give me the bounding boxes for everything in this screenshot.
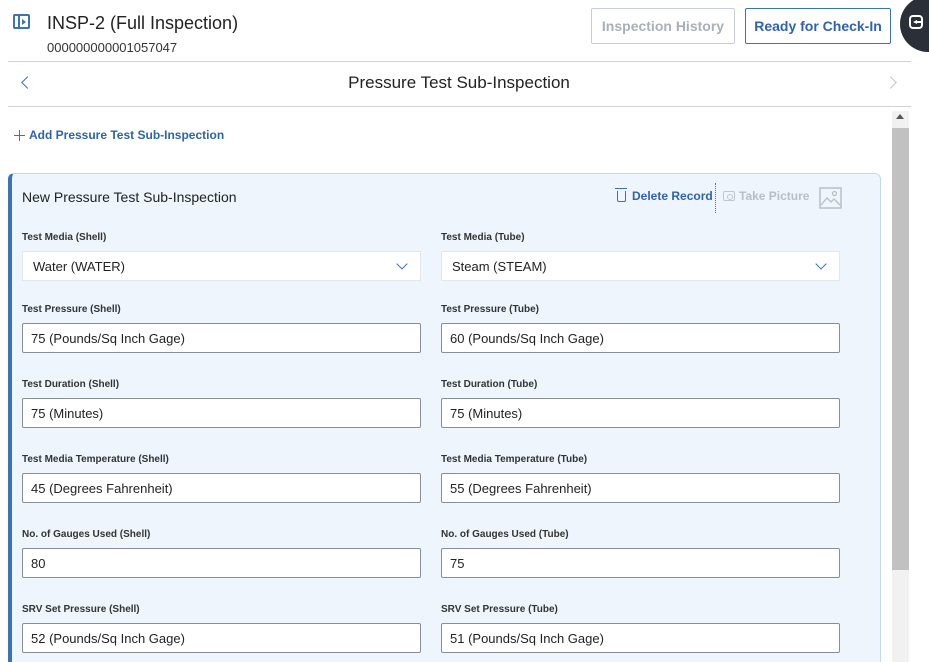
camera-icon	[723, 191, 735, 201]
inspection-page: INSP-2 (Full Inspection) 000000000001057…	[0, 0, 929, 662]
test-duration-shell-value: 75 (Minutes)	[31, 406, 104, 421]
delete-record-button[interactable]: Delete Record	[615, 187, 713, 203]
test-media-shell-label: Test Media (Shell)	[22, 232, 107, 243]
test-media-temperature-shell-input[interactable]: 45 (Degrees Fahrenheit)	[22, 473, 421, 503]
page-title: INSP-2 (Full Inspection)	[47, 13, 239, 33]
add-pressure-test-button[interactable]: Add Pressure Test Sub-Inspection	[14, 128, 224, 142]
test-pressure-tube-value: 60 (Pounds/Sq Inch Gage)	[450, 331, 604, 346]
test-media-shell-select[interactable]: Water (WATER)	[22, 251, 421, 281]
exit-icon[interactable]	[909, 15, 923, 29]
srv-set-pressure-tube-value: 51 (Pounds/Sq Inch Gage)	[450, 631, 604, 646]
scroll-up-arrow-icon[interactable]	[896, 114, 904, 119]
gauges-used-shell-value: 80	[31, 556, 46, 571]
nav-divider	[8, 106, 911, 107]
test-pressure-shell-label: Test Pressure (Shell)	[22, 304, 121, 315]
test-media-temperature-tube-value: 55 (Degrees Fahrenheit)	[450, 481, 592, 496]
take-picture-label: Take Picture	[739, 189, 810, 203]
card-title: New Pressure Test Sub-Inspection	[22, 189, 237, 205]
test-duration-tube-value: 75 (Minutes)	[450, 406, 523, 421]
test-duration-tube-label: Test Duration (Tube)	[441, 379, 538, 390]
test-pressure-shell-input[interactable]: 75 (Pounds/Sq Inch Gage)	[22, 323, 421, 353]
sidebar-panel-icon[interactable]	[13, 14, 30, 29]
srv-set-pressure-shell-value: 52 (Pounds/Sq Inch Gage)	[31, 631, 185, 646]
test-media-temperature-tube-label: Test Media Temperature (Tube)	[441, 454, 588, 465]
delete-record-label: Delete Record	[632, 189, 713, 203]
test-media-tube-value: Steam (STEAM)	[452, 259, 547, 274]
chevron-down-icon	[815, 258, 827, 270]
test-pressure-shell-value: 75 (Pounds/Sq Inch Gage)	[31, 331, 185, 346]
record-id: 000000000001057047	[47, 40, 178, 55]
trash-icon	[615, 187, 627, 202]
image-icon[interactable]	[819, 187, 842, 209]
scrollbar-thumb[interactable]	[892, 128, 909, 570]
gauges-used-tube-input[interactable]: 75	[441, 548, 840, 578]
test-media-temperature-shell-label: Test Media Temperature (Shell)	[22, 454, 169, 465]
srv-set-pressure-shell-label: SRV Set Pressure (Shell)	[22, 604, 140, 615]
test-pressure-tube-label: Test Pressure (Tube)	[441, 304, 539, 315]
test-duration-shell-input[interactable]: 75 (Minutes)	[22, 398, 421, 428]
test-pressure-tube-input[interactable]: 60 (Pounds/Sq Inch Gage)	[441, 323, 840, 353]
chevron-right-icon[interactable]	[886, 77, 898, 89]
srv-set-pressure-tube-label: SRV Set Pressure (Tube)	[441, 604, 558, 615]
gauges-used-shell-input[interactable]: 80	[22, 548, 421, 578]
add-pressure-test-label: Add Pressure Test Sub-Inspection	[29, 128, 225, 142]
header-divider	[8, 61, 911, 62]
action-divider	[715, 183, 716, 213]
gauges-used-shell-label: No. of Gauges Used (Shell)	[22, 529, 151, 540]
gauges-used-tube-label: No. of Gauges Used (Tube)	[441, 529, 569, 540]
test-media-shell-value: Water (WATER)	[33, 259, 125, 274]
test-duration-shell-label: Test Duration (Shell)	[22, 379, 120, 390]
test-media-temperature-tube-input[interactable]: 55 (Degrees Fahrenheit)	[441, 473, 840, 503]
srv-set-pressure-tube-input[interactable]: 51 (Pounds/Sq Inch Gage)	[441, 623, 840, 653]
chevron-down-icon	[396, 258, 408, 270]
ready-for-check-in-button[interactable]: Ready for Check-In	[745, 8, 891, 44]
plus-icon	[14, 129, 25, 141]
inspection-history-button[interactable]: Inspection History	[591, 8, 735, 44]
srv-set-pressure-shell-input[interactable]: 52 (Pounds/Sq Inch Gage)	[22, 623, 421, 653]
section-title: Pressure Test Sub-Inspection	[348, 73, 570, 92]
header: INSP-2 (Full Inspection) 000000000001057…	[0, 0, 929, 62]
take-picture-button[interactable]: Take Picture	[723, 189, 809, 203]
test-media-temperature-shell-value: 45 (Degrees Fahrenheit)	[31, 481, 173, 496]
gauges-used-tube-value: 75	[450, 556, 465, 571]
test-duration-tube-input[interactable]: 75 (Minutes)	[441, 398, 840, 428]
test-media-tube-label: Test Media (Tube)	[441, 232, 525, 243]
test-media-tube-select[interactable]: Steam (STEAM)	[441, 251, 840, 281]
